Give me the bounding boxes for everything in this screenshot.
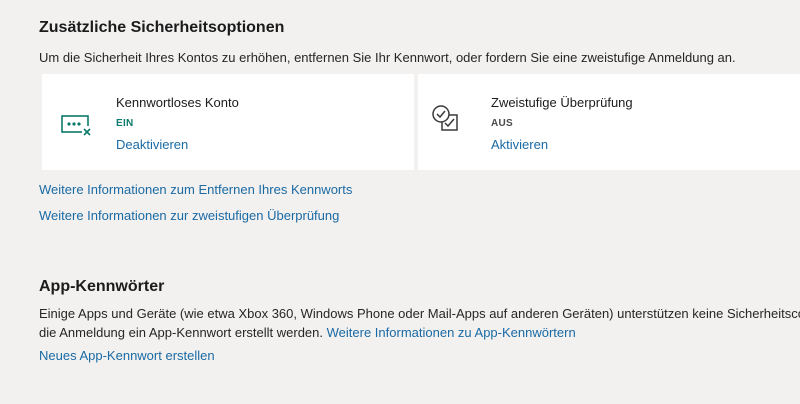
passwordless-title: Kennwortloses Konto	[116, 95, 239, 110]
security-options-description: Um die Sicherheit Ihres Kontos zu erhöhe…	[39, 50, 736, 65]
deactivate-passwordless-link[interactable]: Deaktivieren	[116, 137, 188, 152]
security-page: Zusätzliche Sicherheitsoptionen Um die S…	[0, 0, 800, 404]
security-options-title: Zusätzliche Sicherheitsoptionen	[39, 19, 285, 36]
remove-password-info-link[interactable]: Weitere Informationen zum Entfernen Ihre…	[39, 182, 352, 197]
app-passwords-title: App-Kennwörter	[39, 278, 165, 295]
two-step-verification-card: Zweistufige Überprüfung AUS Aktivieren	[418, 74, 800, 170]
two-step-status-badge: AUS	[491, 118, 514, 129]
app-passwords-description-line1: Einige Apps und Geräte (wie etwa Xbox 36…	[39, 306, 800, 321]
app-passwords-info-link[interactable]: Weitere Informationen zu App-Kennwörtern	[327, 325, 576, 340]
app-passwords-description: Einige Apps und Geräte (wie etwa Xbox 36…	[39, 304, 800, 342]
app-passwords-description-line2-wrapper: die Anmeldung ein App-Kennwort erstellt …	[39, 323, 800, 342]
two-step-checkbox-icon	[430, 102, 466, 138]
passwordless-account-card: Kennwortloses Konto EIN Deaktivieren	[42, 74, 414, 170]
passwordless-status-badge: EIN	[116, 118, 134, 129]
app-passwords-description-line2: die Anmeldung ein App-Kennwort erstellt …	[39, 325, 324, 340]
two-step-info-link[interactable]: Weitere Informationen zur zweistufigen Ü…	[39, 208, 339, 223]
password-dots-remove-icon	[60, 110, 96, 146]
activate-two-step-link[interactable]: Aktivieren	[491, 137, 548, 152]
create-app-password-link[interactable]: Neues App-Kennwort erstellen	[39, 348, 215, 363]
two-step-title: Zweistufige Überprüfung	[491, 95, 633, 110]
